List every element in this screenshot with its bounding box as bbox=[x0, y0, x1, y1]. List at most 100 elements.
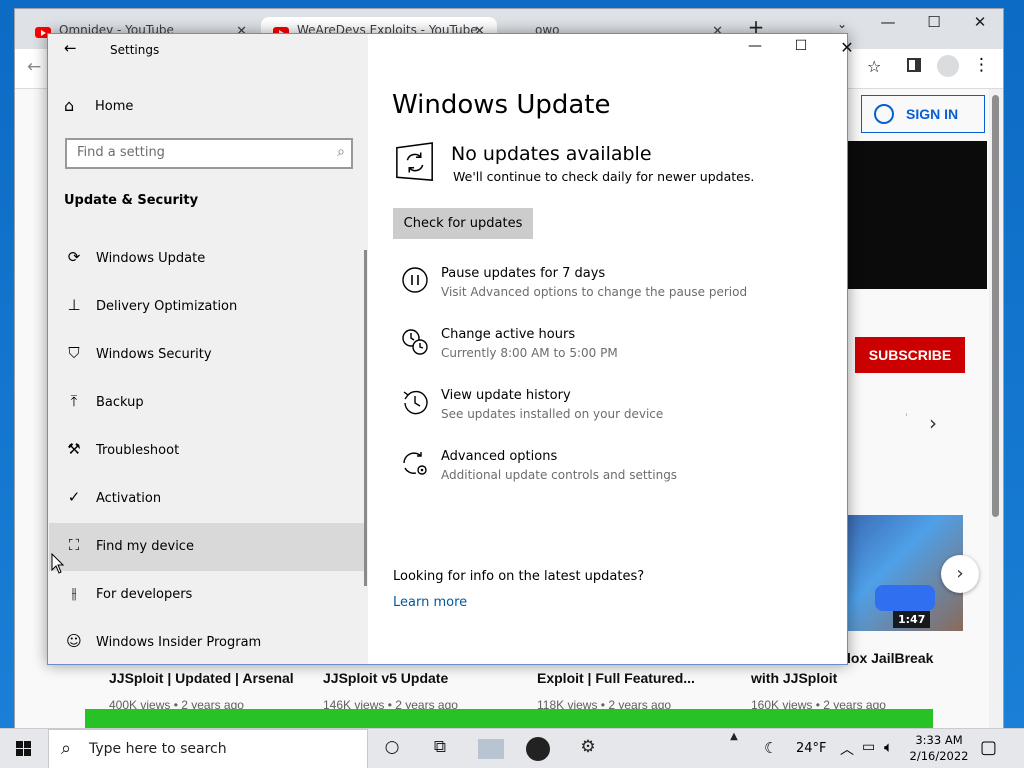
sign-in-button[interactable]: SIGN IN bbox=[861, 95, 985, 133]
backup-icon: ⤒ bbox=[70, 392, 78, 410]
video-title[interactable]: JJSploit v5 Update bbox=[323, 670, 448, 686]
moon-weather-icon: ☾ bbox=[764, 739, 778, 757]
person-pin-icon: ⛶ bbox=[68, 536, 80, 554]
profile-avatar-icon[interactable] bbox=[937, 55, 959, 77]
update-status-icon bbox=[396, 142, 433, 182]
settings-nav-pane: ← Settings ⌂ Home Find a setting ⌕ Updat… bbox=[48, 34, 368, 664]
nav-item-windows-security[interactable]: ⛉ Windows Security bbox=[49, 331, 367, 379]
history-icon bbox=[403, 390, 428, 415]
home-nav-item[interactable]: ⌂ Home bbox=[62, 94, 352, 122]
clock-time: 3:33 AM bbox=[915, 733, 963, 747]
nav-item-delivery-optimization[interactable]: ⊥ Delivery Optimization bbox=[49, 283, 367, 331]
delivery-icon: ⊥ bbox=[67, 296, 81, 314]
taskbar: ⌕ Type here to search ○ ⧉ ⚙ ▲ ☾ 24°F ︿ ▭… bbox=[0, 728, 1024, 768]
advanced-gear-icon bbox=[403, 452, 427, 475]
browser-maximize-button[interactable]: ☐ bbox=[919, 13, 949, 31]
tray-chevron-up-icon[interactable]: ︿ bbox=[840, 739, 854, 759]
option-title: View update history bbox=[441, 388, 571, 403]
section-heading: Update & Security bbox=[64, 193, 199, 208]
minimize-button[interactable]: — bbox=[732, 38, 778, 62]
nav-item-troubleshoot[interactable]: ⚒ Troubleshoot bbox=[49, 427, 367, 475]
nav-item-windows-update[interactable]: ⟳ Windows Update bbox=[49, 235, 367, 283]
scroll-up-icon[interactable]: ▲ bbox=[722, 731, 746, 755]
weather-temperature[interactable]: 24°F bbox=[796, 741, 827, 756]
nav-item-label: Find my device bbox=[96, 539, 194, 554]
sync-icon: ⟳ bbox=[67, 248, 81, 266]
nav-item-label: Backup bbox=[96, 395, 144, 410]
search-icon[interactable]: ⌕ bbox=[337, 144, 345, 160]
notifications-icon[interactable]: ▢ bbox=[980, 737, 997, 758]
info-question: Looking for info on the latest updates? bbox=[393, 569, 645, 584]
side-panel-icon[interactable] bbox=[907, 58, 921, 72]
carousel-dot-icon: ˈ bbox=[905, 413, 908, 424]
status-subtitle: We'll continue to check daily for newer … bbox=[453, 169, 755, 184]
active-hours-icon bbox=[402, 329, 428, 355]
close-button[interactable]: ✕ bbox=[824, 38, 870, 62]
home-icon: ⌂ bbox=[64, 96, 75, 115]
check-for-updates-button[interactable]: Check for updates bbox=[393, 208, 533, 239]
video-title[interactable]: Exploit | Full Featured... bbox=[537, 670, 695, 686]
nav-item-label: Troubleshoot bbox=[96, 443, 180, 458]
back-arrow-icon[interactable]: ← bbox=[64, 39, 77, 57]
scrollbar-thumb[interactable] bbox=[992, 95, 999, 517]
browser-minimize-button[interactable]: — bbox=[873, 13, 903, 31]
shield-icon: ⛉ bbox=[68, 344, 80, 362]
find-setting-input[interactable]: Find a setting ⌕ bbox=[65, 138, 353, 169]
tab-search-chevron-icon[interactable]: ⌄ bbox=[827, 17, 857, 31]
green-banner bbox=[85, 709, 933, 729]
window-title: Settings bbox=[110, 43, 160, 57]
nav-item-label: Delivery Optimization bbox=[96, 299, 238, 314]
taskbar-search-box[interactable]: ⌕ Type here to search bbox=[48, 729, 368, 768]
nav-item-windows-insider[interactable]: ☺ Windows Insider Program bbox=[49, 619, 367, 667]
back-arrow-icon[interactable]: ← bbox=[27, 57, 41, 77]
browser-close-button[interactable]: ✕ bbox=[965, 13, 995, 31]
learn-more-link[interactable]: Learn more bbox=[393, 595, 467, 610]
video-title[interactable]: lox JailBreak bbox=[847, 650, 933, 666]
maximize-button[interactable]: ☐ bbox=[778, 38, 824, 62]
nav-item-label: Windows Insider Program bbox=[96, 635, 262, 650]
roblox-taskbar-icon[interactable] bbox=[526, 737, 550, 761]
option-title: Advanced options bbox=[441, 449, 558, 464]
task-view-icon[interactable]: ⧉ bbox=[428, 737, 452, 761]
option-advanced-options[interactable]: Advanced options Additional update contr… bbox=[400, 449, 820, 495]
settings-window: ← Settings ⌂ Home Find a setting ⌕ Updat… bbox=[47, 33, 854, 665]
browser-menu-icon[interactable]: ⋮ bbox=[973, 55, 990, 75]
video-title[interactable]: JJSploit | Updated | Arsenal bbox=[109, 670, 294, 686]
option-title: Pause updates for 7 days bbox=[441, 266, 606, 281]
nav-item-find-my-device[interactable]: ⛶ Find my device bbox=[49, 523, 367, 571]
cortana-circle-icon[interactable]: ○ bbox=[380, 737, 404, 761]
mouse-cursor-icon bbox=[51, 553, 65, 574]
option-update-history[interactable]: View update history See updates installe… bbox=[400, 388, 820, 434]
network-icon[interactable]: ▭ bbox=[862, 739, 875, 755]
wrench-icon: ⚒ bbox=[67, 440, 81, 458]
nav-item-label: Windows Security bbox=[96, 347, 212, 362]
option-subtitle: Visit Advanced options to change the pau… bbox=[441, 285, 748, 299]
nav-item-for-developers[interactable]: ⫲ For developers bbox=[49, 571, 367, 619]
settings-title-bar: — ☐ ✕ bbox=[368, 34, 854, 66]
video-title[interactable]: with JJSploit bbox=[751, 670, 837, 686]
pause-icon bbox=[402, 267, 428, 293]
page-scrollbar[interactable] bbox=[989, 89, 1003, 729]
clock-date: 2/16/2022 bbox=[909, 749, 969, 763]
app-taskbar-icon[interactable] bbox=[478, 739, 504, 759]
settings-gear-icon[interactable]: ⚙ bbox=[576, 737, 600, 761]
volume-icon[interactable]: 🔈︎ bbox=[884, 738, 893, 756]
check-circle-icon: ✓ bbox=[67, 488, 81, 506]
option-subtitle: Currently 8:00 AM to 5:00 PM bbox=[441, 346, 618, 360]
nav-item-activation[interactable]: ✓ Activation bbox=[49, 475, 367, 523]
taskbar-clock[interactable]: 3:33 AM 2/16/2022 bbox=[906, 732, 972, 764]
option-active-hours[interactable]: Change active hours Currently 8:00 AM to… bbox=[400, 327, 820, 373]
start-button-windows-icon[interactable] bbox=[0, 729, 48, 768]
carousel-next-button[interactable]: › bbox=[929, 411, 937, 435]
search-placeholder: Find a setting bbox=[77, 145, 165, 160]
nav-item-backup[interactable]: ⤒ Backup bbox=[49, 379, 367, 427]
nav-scrollbar[interactable] bbox=[364, 250, 367, 586]
video-player[interactable] bbox=[847, 141, 987, 289]
taskbar-search-placeholder: Type here to search bbox=[89, 741, 227, 757]
subscribe-button[interactable]: SUBSCRIBE bbox=[855, 337, 965, 373]
option-pause-updates[interactable]: Pause updates for 7 days Visit Advanced … bbox=[400, 266, 820, 312]
nav-item-label: For developers bbox=[96, 587, 193, 602]
search-icon: ⌕ bbox=[61, 738, 72, 759]
account-circle-icon bbox=[874, 104, 894, 124]
shelf-next-button[interactable]: › bbox=[941, 555, 979, 593]
